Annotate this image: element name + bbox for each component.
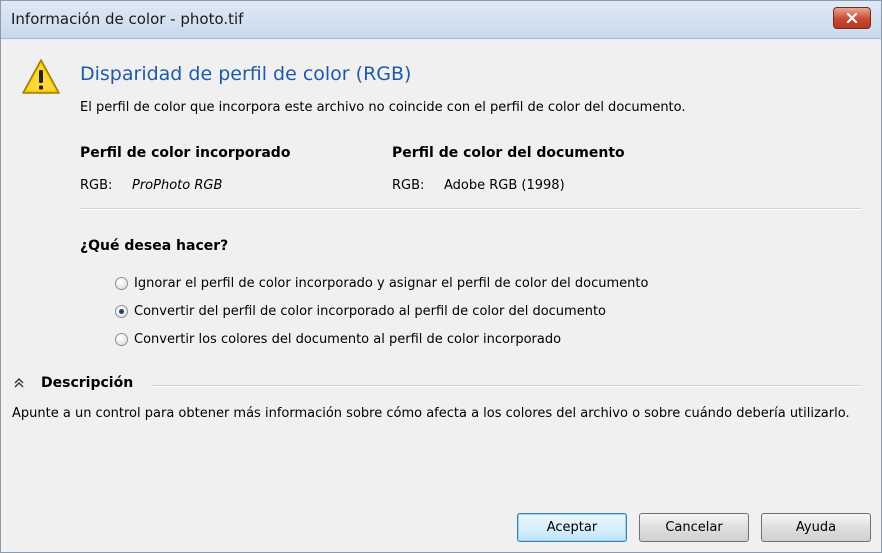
separator xyxy=(80,208,862,210)
description-toggle[interactable] xyxy=(12,376,26,390)
ok-button[interactable]: Aceptar xyxy=(517,513,627,542)
dialog-content: Disparidad de perfil de color (RGB) El p… xyxy=(1,39,881,552)
warning-icon xyxy=(22,59,60,94)
option-convert-to-document[interactable]: Convertir del perfil de color incorporad… xyxy=(115,302,606,320)
description-text: Apunte a un control para obtener más inf… xyxy=(12,406,850,421)
embedded-profile-name: ProPhoto RGB xyxy=(132,178,223,193)
description-title: Descripción xyxy=(41,375,134,391)
document-profile-value: RGB: Adobe RGB (1998) xyxy=(392,178,565,193)
mismatch-heading: Disparidad de perfil de color (RGB) xyxy=(80,63,412,85)
option-convert-to-embedded[interactable]: Convertir los colores del documento al p… xyxy=(115,330,561,348)
embedded-profile-header: Perfil de color incorporado xyxy=(80,145,291,161)
help-button[interactable]: Ayuda xyxy=(761,513,871,542)
color-info-dialog: Información de color - photo.tif Dispari… xyxy=(0,0,882,553)
embedded-profile-prefix: RGB: xyxy=(80,178,113,193)
mismatch-detail: El perfil de color que incorpora este ar… xyxy=(80,100,686,115)
window-title: Información de color - photo.tif xyxy=(11,10,244,28)
option-convert-to-embedded-label[interactable]: Convertir los colores del documento al p… xyxy=(134,332,561,347)
document-profile-name: Adobe RGB (1998) xyxy=(444,178,565,193)
title-bar: Información de color - photo.tif xyxy=(1,1,881,39)
radio-convert-to-document[interactable] xyxy=(115,304,128,318)
option-ignore-label[interactable]: Ignorar el perfil de color incorporado y… xyxy=(134,276,648,291)
radio-ignore[interactable] xyxy=(115,276,128,290)
embedded-profile-value: RGB: ProPhoto RGB xyxy=(80,178,222,193)
document-profile-prefix: RGB: xyxy=(392,178,425,193)
option-ignore[interactable]: Ignorar el perfil de color incorporado y… xyxy=(115,274,648,292)
chevron-up-double-icon xyxy=(14,378,24,388)
option-convert-to-document-label[interactable]: Convertir del perfil de color incorporad… xyxy=(134,304,606,319)
question-label: ¿Qué desea hacer? xyxy=(80,238,229,254)
document-profile-header: Perfil de color del documento xyxy=(392,145,625,161)
cancel-button[interactable]: Cancelar xyxy=(639,513,749,542)
close-button[interactable] xyxy=(833,7,871,29)
radio-convert-to-embedded[interactable] xyxy=(115,332,128,346)
description-separator xyxy=(151,385,862,387)
close-icon xyxy=(846,12,858,24)
